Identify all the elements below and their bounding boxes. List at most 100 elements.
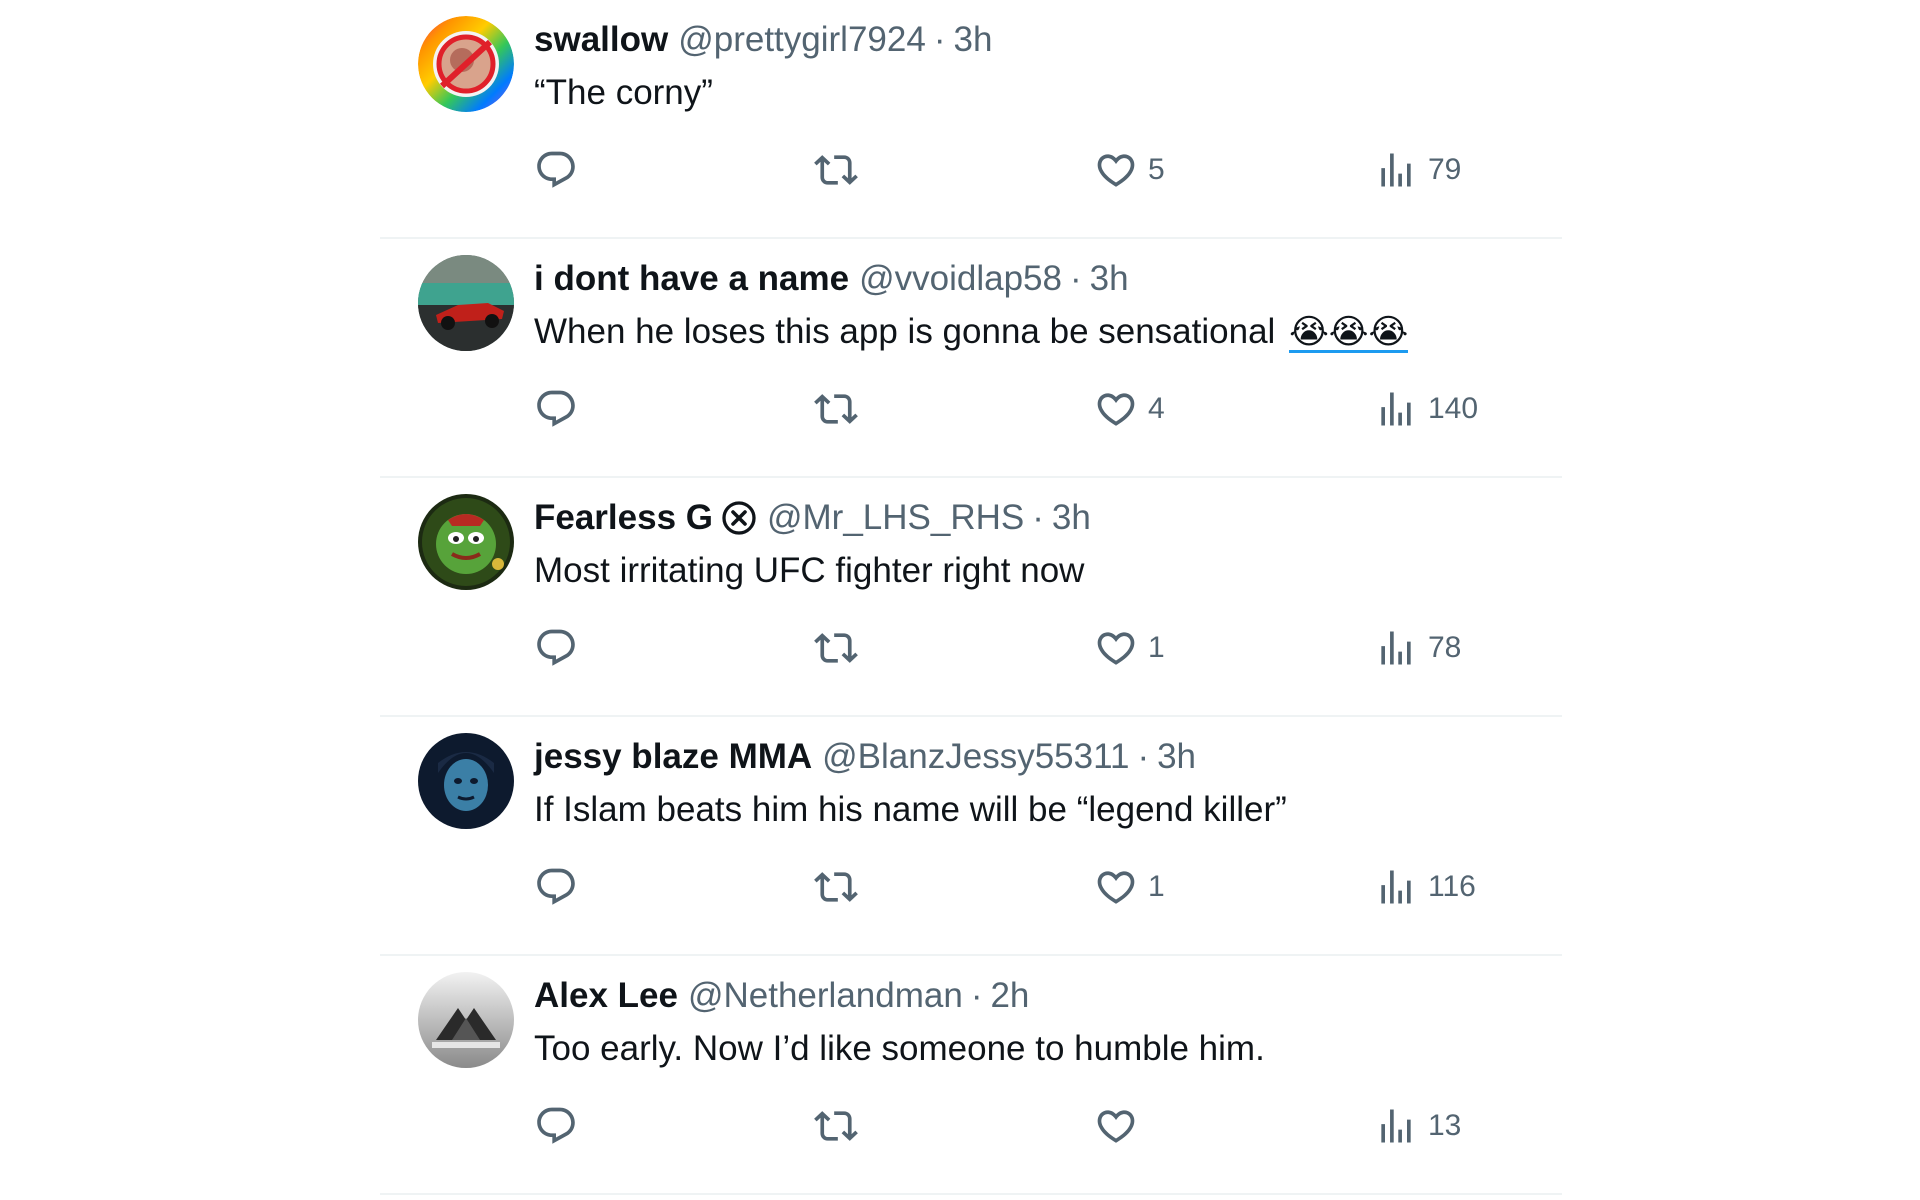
tweet-header: Alex Lee @Netherlandman · 2h bbox=[534, 974, 1029, 1018]
views-chart-icon bbox=[1381, 392, 1411, 426]
display-name[interactable]: Fearless G bbox=[534, 496, 713, 540]
reply-icon bbox=[537, 1107, 575, 1144]
views-button[interactable]: 116 bbox=[1374, 865, 1476, 909]
tweet-header: swallow @prettygirl7924 · 3h bbox=[534, 18, 992, 62]
timestamp[interactable]: 3h bbox=[1157, 735, 1196, 779]
heart-icon bbox=[1097, 154, 1135, 187]
views-button[interactable]: 140 bbox=[1374, 387, 1478, 431]
tweet-text-content: Most irritating UFC fighter right now bbox=[534, 551, 1085, 590]
tweet[interactable]: i dont have a name @vvoidlap58 · 3h When… bbox=[380, 239, 1562, 478]
avatar[interactable] bbox=[418, 733, 514, 829]
view-count: 78 bbox=[1428, 631, 1462, 664]
like-button[interactable]: 1 bbox=[1094, 626, 1165, 670]
views-chart-icon bbox=[1381, 153, 1411, 187]
retweet-button[interactable] bbox=[814, 148, 858, 192]
user-handle[interactable]: @BlanzJessy55311 bbox=[822, 735, 1129, 779]
tweet-text-content: “The corny” bbox=[534, 73, 713, 112]
action-bar: 1 78 bbox=[534, 626, 1461, 670]
like-button[interactable] bbox=[1094, 1104, 1148, 1148]
view-count: 13 bbox=[1428, 1109, 1462, 1142]
retweet-icon bbox=[814, 155, 858, 185]
separator-dot: · bbox=[933, 20, 946, 59]
action-bar: 5 79 bbox=[534, 148, 1461, 192]
reply-button[interactable] bbox=[534, 387, 578, 431]
reply-feed: swallow @prettygirl7924 · 3h “The corny”… bbox=[380, 0, 1562, 1195]
reply-button[interactable] bbox=[534, 1104, 578, 1148]
avatar[interactable] bbox=[418, 972, 514, 1068]
crying-emoji-link[interactable]: 😭😭😭 bbox=[1289, 314, 1409, 353]
like-button[interactable]: 4 bbox=[1094, 387, 1165, 431]
views-button[interactable]: 78 bbox=[1374, 626, 1461, 670]
display-name[interactable]: Alex Lee bbox=[534, 974, 678, 1018]
avatar[interactable] bbox=[418, 255, 514, 351]
heart-icon bbox=[1097, 632, 1135, 665]
retweet-icon bbox=[814, 394, 858, 424]
action-bar: 1 116 bbox=[534, 865, 1476, 909]
avatar[interactable] bbox=[418, 494, 514, 590]
tweet[interactable]: Alex Lee @Netherlandman · 2h Too early. … bbox=[380, 956, 1562, 1195]
view-count: 116 bbox=[1428, 870, 1476, 903]
heart-icon bbox=[1097, 1110, 1135, 1143]
heart-icon bbox=[1097, 871, 1135, 904]
views-button[interactable]: 79 bbox=[1374, 148, 1461, 192]
avatar[interactable] bbox=[418, 16, 514, 112]
like-count: 5 bbox=[1148, 153, 1165, 186]
rainbow-ring-avatar-icon bbox=[418, 16, 514, 112]
timestamp[interactable]: 3h bbox=[953, 18, 992, 62]
tweet-text: “The corny” bbox=[534, 70, 713, 116]
timestamp[interactable]: 3h bbox=[1052, 496, 1091, 540]
display-name[interactable]: swallow bbox=[534, 18, 668, 62]
reply-button[interactable] bbox=[534, 865, 578, 909]
views-chart-icon bbox=[1381, 631, 1411, 665]
like-count: 1 bbox=[1148, 870, 1165, 903]
tweet[interactable]: jessy blaze MMA @BlanzJessy55311 · 3h If… bbox=[380, 717, 1562, 956]
frog-avatar-icon bbox=[418, 494, 514, 590]
views-chart-icon bbox=[1381, 1109, 1411, 1143]
display-name[interactable]: i dont have a name bbox=[534, 257, 849, 301]
user-handle[interactable]: @vvoidlap58 bbox=[859, 257, 1062, 301]
retweet-button[interactable] bbox=[814, 1104, 858, 1148]
tweet-text-content: If Islam beats him his name will be “leg… bbox=[534, 790, 1287, 829]
like-count: 1 bbox=[1148, 631, 1165, 664]
retweet-button[interactable] bbox=[814, 865, 858, 909]
tweet-header: Fearless G @Mr_LHS_RHS · 3h bbox=[534, 496, 1091, 540]
retweet-icon bbox=[814, 872, 858, 902]
user-handle[interactable]: @Mr_LHS_RHS bbox=[767, 496, 1024, 540]
timestamp[interactable]: 3h bbox=[1090, 257, 1129, 301]
view-count: 140 bbox=[1428, 392, 1479, 425]
x-circle-badge-icon bbox=[721, 500, 757, 536]
reply-icon bbox=[537, 868, 575, 905]
mountain-logo-avatar-icon bbox=[418, 972, 514, 1068]
tweet-text: When he loses this app is gonna be sensa… bbox=[534, 309, 1409, 355]
tweet-text-content: When he loses this app is gonna be sensa… bbox=[534, 312, 1276, 351]
separator-dot: · bbox=[970, 976, 983, 1015]
like-button[interactable]: 5 bbox=[1094, 148, 1165, 192]
view-count: 79 bbox=[1428, 153, 1462, 186]
retweet-button[interactable] bbox=[814, 626, 858, 670]
timestamp[interactable]: 2h bbox=[990, 974, 1029, 1018]
reply-icon bbox=[537, 390, 575, 427]
retweet-button[interactable] bbox=[814, 387, 858, 431]
views-chart-icon bbox=[1381, 870, 1411, 904]
separator-dot: · bbox=[1032, 498, 1044, 537]
tweet-header: jessy blaze MMA @BlanzJessy55311 · 3h bbox=[534, 735, 1196, 779]
tweet-text: If Islam beats him his name will be “leg… bbox=[534, 787, 1287, 833]
action-bar: 4 140 bbox=[534, 387, 1478, 431]
reply-button[interactable] bbox=[534, 148, 578, 192]
heart-icon bbox=[1097, 393, 1135, 426]
user-handle[interactable]: @Netherlandman bbox=[688, 974, 963, 1018]
tweet-text-content: Too early. Now I’d like someone to humbl… bbox=[534, 1029, 1265, 1068]
retweet-icon bbox=[814, 1111, 858, 1141]
like-count: 4 bbox=[1148, 392, 1165, 425]
user-handle[interactable]: @prettygirl7924 bbox=[678, 18, 926, 62]
tweet[interactable]: Fearless G @Mr_LHS_RHS · 3h Most irritat… bbox=[380, 478, 1562, 717]
like-button[interactable]: 1 bbox=[1094, 865, 1165, 909]
separator-dot: · bbox=[1137, 737, 1150, 776]
retweet-icon bbox=[814, 633, 858, 663]
reply-button[interactable] bbox=[534, 626, 578, 670]
separator-dot: · bbox=[1069, 259, 1082, 298]
race-car-avatar-icon bbox=[418, 255, 514, 351]
display-name[interactable]: jessy blaze MMA bbox=[534, 735, 812, 779]
tweet[interactable]: swallow @prettygirl7924 · 3h “The corny”… bbox=[380, 0, 1562, 239]
views-button[interactable]: 13 bbox=[1374, 1104, 1461, 1148]
